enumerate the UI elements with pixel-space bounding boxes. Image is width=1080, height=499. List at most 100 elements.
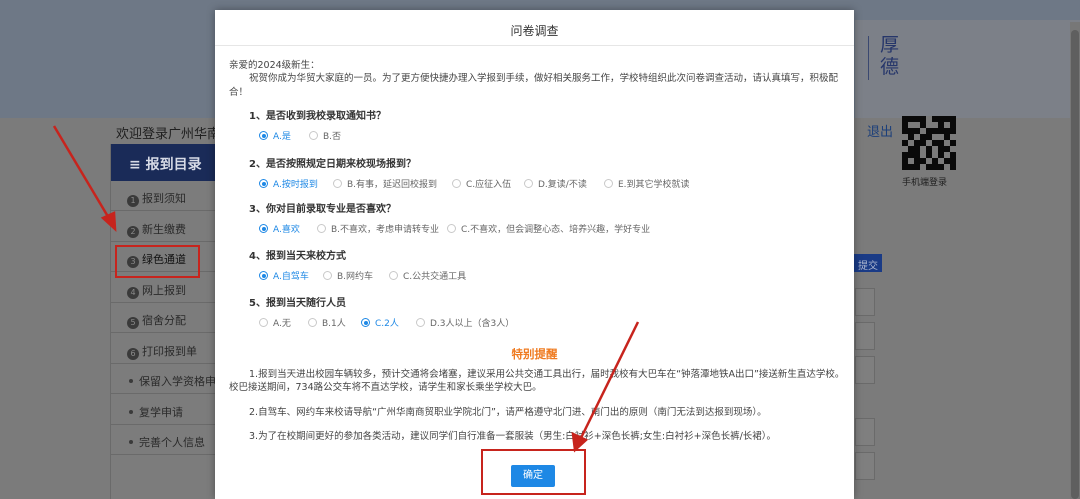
radio-icon[interactable] <box>309 131 318 140</box>
radio-icon[interactable] <box>323 271 332 280</box>
step-number-icon: 5 <box>127 317 139 329</box>
sidebar-item[interactable]: 保留入学资格申 <box>111 364 215 394</box>
confirm-button[interactable]: 确定 <box>511 465 555 487</box>
radio-option[interactable]: B.不喜欢，考虑申请转专业 <box>317 222 439 235</box>
background-table-cell <box>855 452 875 480</box>
radio-option[interactable]: B.网约车 <box>323 269 373 282</box>
radio-icon[interactable] <box>259 179 268 188</box>
radio-icon[interactable] <box>259 318 268 327</box>
radio-option[interactable]: C.不喜欢，但会调整心态、培养兴趣，学好专业 <box>447 222 650 235</box>
radio-option[interactable]: A.无 <box>259 316 291 329</box>
radio-icon[interactable] <box>259 271 268 280</box>
radio-option[interactable]: A.是 <box>259 129 291 142</box>
sidebar-header: ≡ 报到目录 <box>111 144 215 181</box>
radio-icon[interactable] <box>361 318 370 327</box>
sidebar-item[interactable]: 6 打印报到单 <box>111 334 215 364</box>
radio-option[interactable]: E.到其它学校就读 <box>604 177 690 190</box>
sidebar-item[interactable]: 完善个人信息 <box>111 425 215 455</box>
radio-icon[interactable] <box>447 224 456 233</box>
radio-icon[interactable] <box>333 179 342 188</box>
notice-item: 3.为了在校期间更好的参加各类活动，建议同学们自行准备一套服装（男生:白衬衫+深… <box>249 431 777 442</box>
radio-option-label: B.不喜欢，考虑申请转专业 <box>331 225 440 235</box>
radio-option[interactable]: A.喜欢 <box>259 222 300 235</box>
school-motto: 厚德 <box>880 34 900 78</box>
sidebar-item-label: 完善个人信息 <box>139 436 205 449</box>
radio-icon[interactable] <box>452 179 461 188</box>
greeting-text: 亲爱的2024级新生： <box>229 60 320 71</box>
radio-option[interactable]: D.复读/不读 <box>524 177 587 190</box>
radio-option-label: A.无 <box>273 319 291 329</box>
sidebar-item-label: 网上报到 <box>142 283 186 297</box>
radio-icon[interactable] <box>308 318 317 327</box>
welcome-text: 欢迎登录广州华南 <box>116 127 221 142</box>
step-number-icon: 6 <box>127 347 139 360</box>
radio-icon[interactable] <box>416 318 425 327</box>
radio-icon[interactable] <box>259 224 268 233</box>
sidebar-item-label: 宿舍分配 <box>142 314 186 327</box>
radio-option-label: C.不喜欢，但会调整心态、培养兴趣，学好专业 <box>461 225 651 235</box>
question-title: 1、是否收到我校录取通知书？ <box>249 111 386 122</box>
radio-icon[interactable] <box>604 179 613 188</box>
radio-option-label: D.3人以上（含3人） <box>430 319 515 329</box>
radio-option[interactable]: A.自驾车 <box>259 269 309 282</box>
radio-icon[interactable] <box>389 271 398 280</box>
radio-option[interactable]: B.有事，延迟回校报到 <box>333 177 437 190</box>
radio-option-label: C.公共交通工具 <box>403 272 467 282</box>
step-number-icon: 4 <box>127 286 139 299</box>
radio-option[interactable]: C.应征入伍 <box>452 177 511 190</box>
radio-option-label: B.网约车 <box>337 272 374 282</box>
qr-code-icon <box>902 116 956 170</box>
notice-item: 1.报到当天进出校园车辆较多，预计交通将会堵塞，建议采用公共交通工具出行，届时我… <box>229 369 845 393</box>
sidebar-item[interactable]: 2 新生缴费 <box>111 212 215 242</box>
sidebar-item[interactable]: 复学申请 <box>111 395 215 425</box>
radio-option-label: B.1人 <box>322 319 346 329</box>
radio-option-label: C.应征入伍 <box>466 180 512 190</box>
sidebar-item-label: 新生缴费 <box>142 222 186 236</box>
annotation-highlight-green-channel <box>115 245 200 278</box>
bullet-icon <box>129 379 133 383</box>
radio-option-label: B.否 <box>323 132 342 142</box>
radio-option[interactable]: B.否 <box>309 129 341 142</box>
sidebar-item-label: 复学申请 <box>139 405 183 419</box>
notice-item: 2.自驾车、网约车来校请导航“广州华南商贸职业学院北门”，请严格遵守北门进、南门… <box>249 407 767 418</box>
background-submit-button: 提交 <box>852 254 882 272</box>
page-scrollbar-thumb[interactable] <box>1071 30 1079 499</box>
radio-option[interactable]: A.按时报到 <box>259 177 318 190</box>
motto-divider <box>868 36 869 80</box>
qr-code-label: 手机端登录 <box>902 178 948 188</box>
background-table-cell <box>855 288 875 316</box>
question-title: 2、是否按照规定日期来校现场报到？ <box>249 159 416 170</box>
bullet-icon <box>129 409 133 414</box>
step-number-icon: 1 <box>127 195 139 207</box>
radio-option[interactable]: C.2人 <box>361 316 399 329</box>
background-table-cell <box>855 322 875 350</box>
question-title: 3、你对目前录取专业是否喜欢？ <box>249 204 396 215</box>
radio-option[interactable]: D.3人以上（含3人） <box>416 316 514 329</box>
question-title: 5、报到当天随行人员 <box>249 298 346 309</box>
question-title: 4、报到当天来校方式 <box>249 251 346 262</box>
sidebar-item-label: 报到须知 <box>142 192 186 205</box>
sidebar-item[interactable]: 5 宿舍分配 <box>111 303 215 333</box>
modal-title: 问卷调查 <box>510 24 559 38</box>
radio-option[interactable]: B.1人 <box>308 316 346 329</box>
step-number-icon: 2 <box>127 225 139 238</box>
sidebar-item[interactable]: 1 报到须知 <box>111 181 215 211</box>
radio-icon[interactable] <box>259 131 268 140</box>
intro-text: 祝贺你成为华贸大家庭的一员。为了更方便快捷办理入学报到手续，做好相关服务工作，学… <box>229 73 839 98</box>
radio-option-label: C.2人 <box>375 319 399 329</box>
radio-option-label: A.按时报到 <box>273 180 318 190</box>
bullet-icon <box>129 440 133 444</box>
radio-option[interactable]: C.公共交通工具 <box>389 269 466 282</box>
sidebar-item-label: 打印报到单 <box>142 344 197 358</box>
radio-option-label: A.是 <box>273 132 291 142</box>
radio-option-label: B.有事，延迟回校报到 <box>347 180 438 190</box>
logout-link[interactable]: 退出 <box>867 121 893 140</box>
sidebar: ≡ 报到目录 1 报到须知 2 新生缴费 3 绿色通道 4 网上报到 5 宿舍分配 6 打印报到单 保留… <box>110 144 215 499</box>
background-table-cell <box>855 418 875 446</box>
survey-modal: 问卷调查 亲爱的2024级新生： 祝贺你成为华贸大家庭的一员。为了更方便快捷办理… <box>215 10 854 499</box>
sidebar-item-label: 保留入学资格申 <box>139 375 215 388</box>
radio-icon[interactable] <box>317 224 326 233</box>
modal-divider <box>215 45 854 46</box>
radio-icon[interactable] <box>524 179 533 188</box>
background-table-cell <box>855 356 875 384</box>
